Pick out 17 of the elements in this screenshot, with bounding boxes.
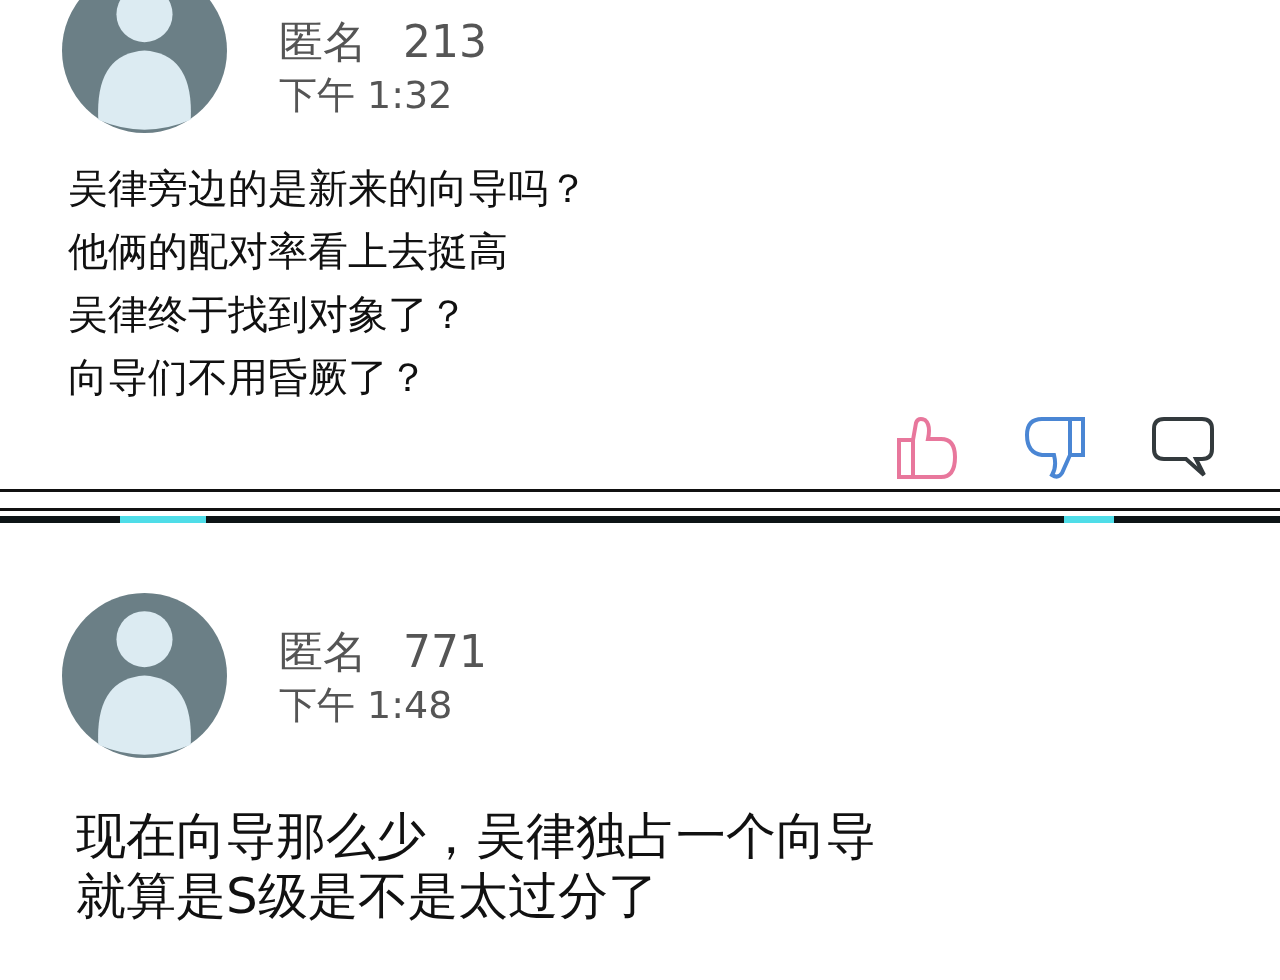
user-name: 匿名 — [279, 624, 367, 679]
post-time: 下午 1:48 — [279, 681, 454, 728]
user-number: 771 — [403, 624, 487, 679]
comment-line: 吴律终于找到对象了？ — [68, 290, 469, 339]
user-name: 匿名 — [279, 14, 367, 69]
comment-line: 向导们不用昏厥了？ — [68, 353, 429, 402]
thumbs-down-icon[interactable] — [1024, 417, 1086, 479]
post-time: 下午 1:32 — [279, 71, 454, 118]
user-number: 213 — [403, 14, 487, 69]
comment-line: 吴律旁边的是新来的向导吗？ — [68, 164, 589, 213]
avatar-icon — [62, 593, 227, 758]
thumbs-up-icon[interactable] — [896, 417, 958, 479]
comment-line: 现在向导那么少，吴律独占一个向导 — [76, 806, 877, 866]
avatar-icon — [62, 0, 227, 133]
speech-bubble-icon[interactable] — [1152, 417, 1214, 479]
comment-line: 就算是S级是不是太过分了 — [76, 866, 659, 926]
comment-line: 他俩的配对率看上去挺高 — [68, 227, 509, 276]
